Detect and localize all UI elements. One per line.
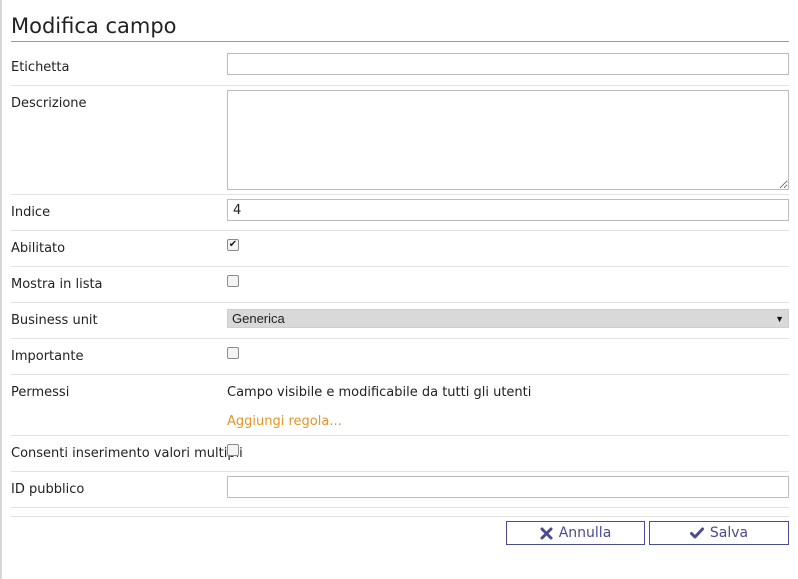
mostra-in-lista-label: Mostra in lista	[11, 277, 103, 292]
valori-multipli-label: Consenti inserimento valori multipli	[11, 446, 243, 461]
mostra-in-lista-checkbox[interactable]	[227, 275, 239, 287]
footer-divider	[11, 516, 789, 517]
business-unit-label: Business unit	[11, 313, 98, 328]
indice-input[interactable]	[227, 199, 789, 221]
importante-checkbox[interactable]	[227, 347, 239, 359]
page-title: Modifica campo	[11, 14, 177, 38]
save-label: Salva	[709, 525, 749, 541]
row-business-unit: Business unit Generica ▼	[11, 303, 789, 339]
business-unit-select[interactable]: Generica ▼	[227, 309, 789, 328]
id-pubblico-input[interactable]	[227, 476, 789, 498]
descrizione-textarea[interactable]	[227, 90, 789, 190]
indice-label: Indice	[11, 205, 51, 220]
row-valori-multipli: Consenti inserimento valori multipli	[11, 436, 789, 472]
permessi-description: Campo visibile e modificabile da tutti g…	[227, 385, 532, 400]
window-left-border	[0, 0, 2, 579]
row-indice: Indice	[11, 195, 789, 231]
permessi-label: Permessi	[11, 385, 70, 400]
cancel-button[interactable]: Annulla	[506, 521, 645, 545]
row-mostra-in-lista: Mostra in lista	[11, 267, 789, 303]
row-id-pubblico: ID pubblico	[11, 472, 789, 508]
business-unit-selected-value: Generica	[232, 311, 285, 326]
id-pubblico-label: ID pubblico	[11, 482, 85, 497]
row-abilitato: Abilitato ✔	[11, 231, 789, 267]
save-button[interactable]: Salva	[649, 521, 789, 545]
abilitato-label: Abilitato	[11, 241, 66, 256]
etichetta-input[interactable]	[227, 53, 789, 75]
descrizione-label: Descrizione	[11, 96, 87, 111]
dropdown-arrow-icon: ▼	[775, 313, 784, 324]
abilitato-checkbox[interactable]: ✔	[227, 239, 239, 251]
cancel-label: Annulla	[558, 525, 612, 541]
edit-field-form: Etichetta Descrizione Indice Abilitato ✔…	[11, 49, 789, 508]
aggiungi-regola-link[interactable]: Aggiungi regola...	[227, 401, 789, 430]
importante-label: Importante	[11, 349, 84, 364]
etichetta-label: Etichetta	[11, 60, 70, 75]
row-permessi: Permessi Campo visibile e modificabile d…	[11, 375, 789, 436]
title-divider	[11, 41, 789, 42]
row-descrizione: Descrizione	[11, 86, 789, 195]
row-importante: Importante	[11, 339, 789, 375]
check-icon: ✔	[228, 239, 238, 250]
times-icon	[540, 527, 553, 539]
check-icon	[689, 527, 704, 539]
row-etichetta: Etichetta	[11, 49, 789, 86]
valori-multipli-checkbox[interactable]	[227, 444, 239, 456]
